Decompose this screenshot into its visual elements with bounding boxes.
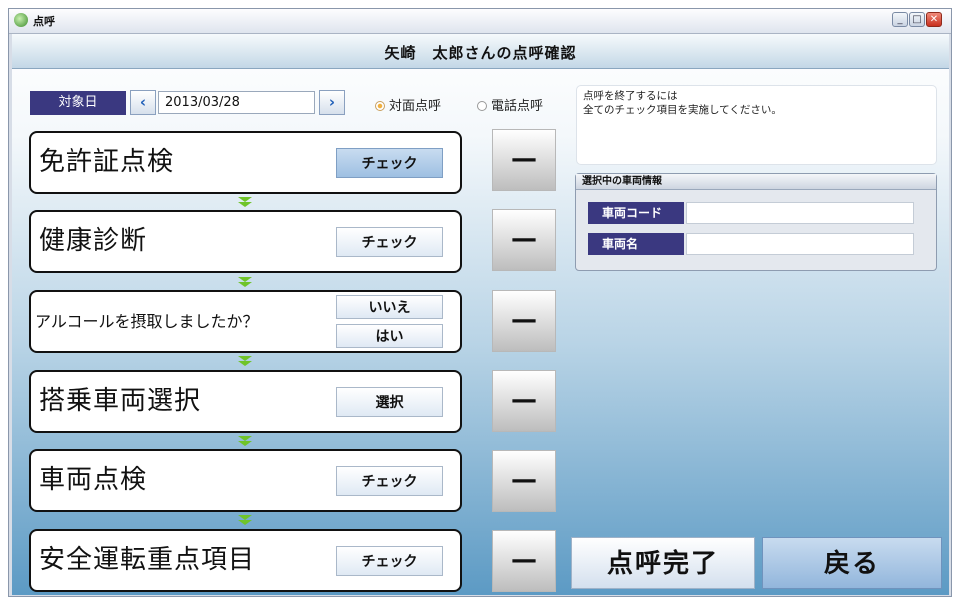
step-label: 免許証点検 [39, 147, 175, 177]
close-icon[interactable]: ✕ [926, 12, 942, 27]
date-input[interactable] [158, 91, 315, 114]
prev-date-button[interactable]: ‹ [130, 90, 156, 115]
radio-face-label: 対面点呼 [389, 99, 442, 114]
main-content: 矢崎 太郎さんの点呼確認 対象日 ‹ › 対面点呼 電話点呼 免許証点検 チェッ… [12, 34, 949, 595]
instruction-message: 点呼を終了するには 全てのチェック項目を実施してください。 [576, 85, 937, 165]
step-vehicle-select: 搭乗車両選択 選択 [29, 370, 462, 433]
radio-phone[interactable]: 電話点呼 [477, 95, 543, 114]
step-status-vehicle-select: — [492, 370, 556, 432]
step-label: アルコールを摂取しましたか？ [35, 312, 259, 331]
message-line-1: 点呼を終了するには [583, 90, 678, 102]
step-status-health: — [492, 209, 556, 271]
alcohol-yes-button[interactable]: はい [336, 324, 443, 348]
chevron-right-icon: › [328, 93, 336, 111]
radio-unselected-icon [477, 101, 487, 111]
safe-driving-button[interactable]: チェック [336, 546, 443, 576]
vehicle-info-panel: 選択中の車両情報 車両コード 車両名 [575, 173, 937, 271]
app-icon [14, 13, 28, 27]
vehicle-name-field [686, 233, 914, 255]
radio-phone-label: 電話点呼 [491, 99, 544, 114]
radio-selected-icon [375, 101, 385, 111]
chevron-left-icon: ‹ [139, 93, 147, 111]
vehicle-inspection-button[interactable]: チェック [336, 466, 443, 496]
step-license-check: 免許証点検 チェック [29, 131, 462, 194]
radio-face-to-face[interactable]: 対面点呼 [375, 95, 441, 114]
vehicle-info-title: 選択中の車両情報 [576, 174, 936, 190]
next-date-button[interactable]: › [319, 90, 345, 115]
step-safe-driving: 安全運転重点項目 チェック [29, 529, 462, 592]
step-alcohol-check: アルコールを摂取しましたか？ いいえ はい [29, 290, 462, 353]
back-button[interactable]: 戻る [762, 537, 942, 589]
step-label: 搭乗車両選択 [39, 386, 202, 416]
alcohol-no-button[interactable]: いいえ [336, 295, 443, 319]
vehicle-code-field [686, 202, 914, 224]
title-bar: 点呼 _ □ ✕ [9, 9, 951, 34]
step-status-license: — [492, 129, 556, 191]
step-status-alcohol: — [492, 290, 556, 352]
down-arrow-icon [238, 356, 252, 368]
step-label: 健康診断 [39, 226, 148, 256]
step-status-vehicle-inspection: — [492, 450, 556, 512]
step-health-check: 健康診断 チェック [29, 210, 462, 273]
step-status-safe-driving: — [492, 530, 556, 592]
header-bar: 矢崎 太郎さんの点呼確認 [12, 34, 949, 69]
message-line-2: 全てのチェック項目を実施してください。 [583, 104, 782, 116]
complete-roll-call-button[interactable]: 点呼完了 [571, 537, 755, 589]
vehicle-code-label: 車両コード [588, 202, 684, 224]
step-label: 車両点検 [39, 465, 148, 495]
step-vehicle-inspection: 車両点検 チェック [29, 449, 462, 512]
maximize-icon[interactable]: □ [909, 12, 925, 27]
health-check-button[interactable]: チェック [336, 227, 443, 257]
license-check-button[interactable]: チェック [336, 148, 443, 178]
down-arrow-icon [238, 436, 252, 448]
window-title: 点呼 [33, 15, 55, 28]
app-window: 点呼 _ □ ✕ 矢崎 太郎さんの点呼確認 対象日 ‹ › 対面点呼 電話点呼 … [8, 8, 952, 597]
down-arrow-icon [238, 515, 252, 527]
vehicle-select-button[interactable]: 選択 [336, 387, 443, 417]
date-label: 対象日 [30, 91, 126, 115]
down-arrow-icon [238, 197, 252, 209]
step-label: 安全運転重点項目 [39, 545, 256, 575]
page-title: 矢崎 太郎さんの点呼確認 [384, 44, 577, 62]
down-arrow-icon [238, 277, 252, 289]
minimize-icon[interactable]: _ [892, 12, 908, 27]
vehicle-name-label: 車両名 [588, 233, 684, 255]
